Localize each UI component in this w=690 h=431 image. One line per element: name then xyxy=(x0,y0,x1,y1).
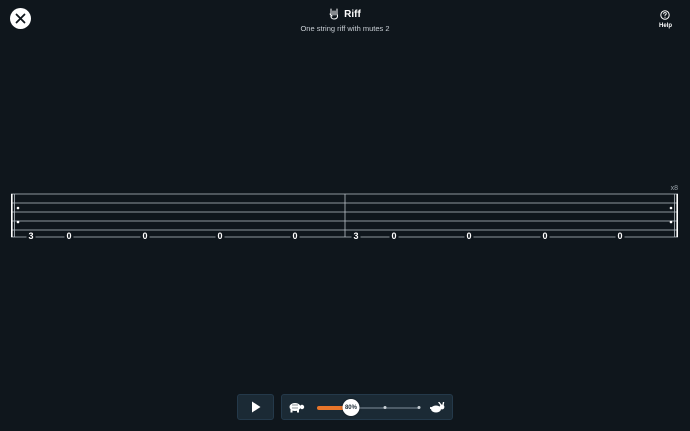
repeat-start-bar xyxy=(11,194,13,237)
repeat-dot xyxy=(16,220,20,224)
fret-number: 0 xyxy=(140,231,150,241)
play-icon xyxy=(251,401,260,413)
fret-number: 0 xyxy=(290,231,300,241)
play-button[interactable] xyxy=(237,394,274,420)
fret-number: 0 xyxy=(540,231,550,241)
repeat-end-bar xyxy=(676,194,678,237)
fret-number: 0 xyxy=(64,231,74,241)
tempo-control: 80% xyxy=(281,394,453,420)
repeat-dot xyxy=(16,206,20,210)
fret-number: 0 xyxy=(389,231,399,241)
tempo-slider-tick xyxy=(383,406,387,409)
tab-staff xyxy=(11,193,678,238)
question-icon xyxy=(660,10,671,20)
turtle-icon[interactable] xyxy=(288,402,305,413)
page-title: Riff xyxy=(344,8,361,20)
fret-number: 0 xyxy=(215,231,225,241)
repeat-dot xyxy=(669,220,673,224)
fret-number: 0 xyxy=(615,231,625,241)
help-button[interactable]: Help xyxy=(659,10,672,29)
tempo-slider-knob[interactable]: 80% xyxy=(342,399,360,416)
fret-number: 3 xyxy=(351,231,361,241)
rabbit-icon[interactable] xyxy=(430,402,446,413)
fret-number: 3 xyxy=(26,231,36,241)
tempo-slider-tick xyxy=(417,406,421,409)
tab-player-screen: Riff One string riff with mutes 2 Help x… xyxy=(0,0,690,431)
header: Riff One string riff with mutes 2 xyxy=(0,8,690,33)
repeat-count: x8 xyxy=(670,185,678,192)
page-subtitle: One string riff with mutes 2 xyxy=(300,24,390,33)
tempo-slider[interactable]: 80% xyxy=(317,399,421,416)
repeat-dot xyxy=(669,206,673,210)
help-label: Help xyxy=(658,23,672,29)
fret-number: 0 xyxy=(464,231,474,241)
rock-hand-icon xyxy=(329,8,339,20)
